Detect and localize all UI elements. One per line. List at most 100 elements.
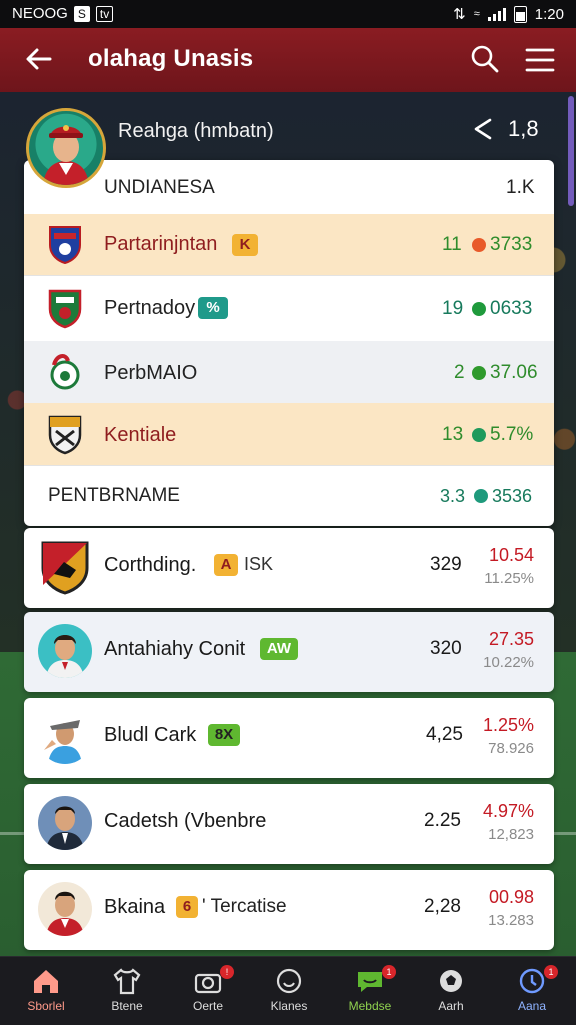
player-row[interactable]: Antahiahy Conit AW 320 27.35 10.22%	[24, 612, 554, 692]
share-icon[interactable]	[470, 116, 496, 142]
player-badge: 6	[176, 896, 198, 918]
jersey-icon	[113, 968, 141, 995]
app-bar: olahag Unasis	[0, 28, 576, 92]
follower-count: 1,8	[508, 116, 539, 141]
player-sub-value: 11.25%	[484, 570, 534, 587]
profile-header: Reahga (hmbatn) 1,8	[0, 92, 576, 188]
player-change: 00.98	[488, 887, 534, 907]
battery-icon	[513, 5, 527, 23]
info-icon	[519, 968, 545, 994]
clock: 1:20	[534, 5, 564, 23]
signal-icon	[487, 7, 506, 21]
nav-label: Btene	[111, 999, 143, 1013]
nav-label: Oerte	[192, 999, 223, 1013]
back-arrow-icon[interactable]	[22, 42, 56, 76]
player-name: Antahiahy Conit	[104, 638, 246, 660]
nav-item-camera[interactable]: ! Oerte	[172, 957, 244, 1025]
team-name: Pertnadoy	[104, 297, 196, 319]
notification-badge: 1	[382, 965, 396, 979]
player-sub-value: 12,823	[488, 826, 534, 843]
status-dot	[472, 366, 486, 380]
player-change: 27.35	[488, 629, 534, 649]
nav-label: Aana	[517, 999, 547, 1013]
camera-icon	[194, 973, 222, 994]
player-avatar	[38, 624, 92, 678]
profile-name: Reahga (hmbatn)	[118, 120, 274, 142]
nav-item-jersey[interactable]: Btene	[91, 957, 163, 1025]
wifi-icon: ≈	[473, 8, 480, 20]
nav-item-info[interactable]: 1 Aana	[496, 957, 568, 1025]
player-name: Bkaina	[104, 896, 166, 918]
team-row[interactable]: PerbMAIO 2 37.06	[24, 341, 554, 404]
player-value: 4,25	[426, 724, 463, 745]
team-crest-icon	[48, 415, 82, 455]
team-rank: 13	[442, 424, 464, 445]
player-value: 2,28	[424, 896, 461, 917]
team-value: 37.06	[490, 362, 538, 383]
player-sub-value: 78.926	[488, 740, 534, 757]
player-change: 1.25%	[482, 715, 534, 735]
player-value: 329	[430, 554, 462, 575]
section-rank: 3.3	[440, 486, 466, 506]
player-value: 320	[430, 638, 462, 659]
team-row[interactable]: Kentiale 13 5.7%	[24, 403, 554, 466]
nav-label: Klanes	[270, 999, 308, 1013]
player-row[interactable]: Corthding. A ISK 329 10.54 11.25%	[24, 528, 554, 608]
team-badge: %	[198, 297, 228, 319]
search-icon[interactable]	[470, 44, 500, 74]
player-avatar	[38, 710, 92, 764]
team-row[interactable]: Partarinjntan K 11 3733	[24, 214, 554, 276]
nav-item-chat[interactable]: 1 Mebdse	[334, 957, 406, 1025]
soccer-ball-icon	[440, 970, 462, 992]
team-name: PerbMAIO	[104, 362, 198, 384]
team-value: 5.7%	[490, 424, 534, 445]
player-row[interactable]: Cadetsh (Vbenbre 2.25 4.97% 12,823	[24, 784, 554, 864]
data-icon: ⇅	[453, 6, 466, 23]
player-badge: 8X	[208, 724, 240, 746]
team-crest-icon	[48, 289, 82, 329]
player-change: 10.54	[488, 545, 534, 565]
status-dot	[472, 302, 486, 316]
team-rank: 2	[454, 362, 465, 383]
list-header-label: UNDIANESA	[104, 177, 215, 198]
bottom-nav: Sborlel Btene ! Oerte Klanes 1 Mebdse Aa…	[0, 956, 576, 1025]
player-tag: ' Tercatise	[202, 896, 287, 917]
section-value: 3536	[492, 486, 533, 506]
team-list-card: UNDIANESA 1.K Partarinjntan K 11 3733 Pe…	[24, 160, 554, 526]
profile-avatar[interactable]	[26, 108, 106, 188]
chat-icon	[358, 972, 382, 992]
section-label: PENTBRNAME	[48, 485, 180, 506]
player-change: 4.97%	[482, 801, 534, 821]
player-row[interactable]: Bludl Cark 8X 4,25 1.25% 78.926	[24, 698, 554, 778]
player-name: Corthding.	[104, 554, 197, 576]
smile-icon	[276, 968, 302, 994]
nav-item-home[interactable]: Sborlel	[10, 957, 82, 1025]
team-crest-icon	[50, 354, 80, 390]
player-name: Bludl Cark	[104, 724, 197, 746]
tv-icon: tv	[95, 5, 114, 22]
section-row[interactable]: PENTBRNAME 3.3 3536	[24, 465, 554, 526]
notification-badge: !	[220, 965, 234, 979]
player-value: 2.25	[424, 810, 461, 831]
nav-label: Aarh	[438, 999, 464, 1013]
status-dot	[474, 489, 488, 503]
nav-label: Sborlel	[27, 999, 65, 1013]
list-header: UNDIANESA 1.K	[24, 160, 554, 215]
list-header-value: 1.K	[506, 177, 535, 198]
team-row[interactable]: Pertnadoy % 19 0633	[24, 275, 554, 342]
nav-label: Mebdse	[348, 999, 392, 1013]
team-rank: 19	[442, 298, 464, 319]
nav-item-smile[interactable]: Klanes	[253, 957, 325, 1025]
carrier-label: NEOOG	[12, 5, 68, 22]
player-badge: A	[214, 554, 238, 576]
status-dot	[472, 238, 486, 252]
team-value: 0633	[490, 298, 533, 319]
player-row[interactable]: Bkaina 6 ' Tercatise 2,28 00.98 13.283	[24, 870, 554, 950]
club-crest-icon	[41, 541, 89, 595]
player-tag: ISK	[244, 554, 274, 574]
nav-item-soccer[interactable]: Aarh	[415, 957, 487, 1025]
notification-badge: 1	[544, 965, 558, 979]
player-name: Cadetsh (Vbenbre	[104, 810, 267, 832]
home-icon	[34, 970, 58, 993]
menu-icon[interactable]	[524, 46, 556, 74]
